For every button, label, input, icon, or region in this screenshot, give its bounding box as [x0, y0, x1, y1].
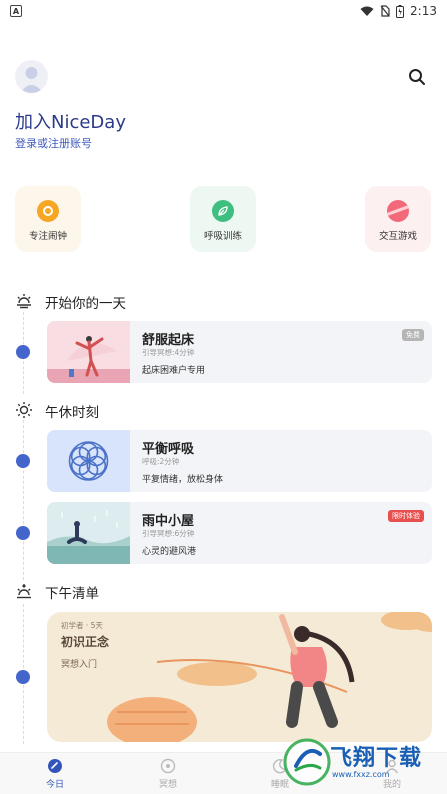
- card-description: 心灵的避风港: [142, 547, 197, 557]
- timeline-dot: [16, 670, 30, 684]
- notification-icon: A: [10, 5, 22, 17]
- watermark-url: www.fxxz.com: [332, 770, 390, 779]
- feature-label: 交互游戏: [378, 231, 417, 242]
- card-title: 平衡呼吸: [142, 442, 195, 457]
- planets-illustration: [107, 612, 432, 742]
- breathing-leaf-icon: [212, 200, 234, 222]
- feature-label: 呼吸训练: [203, 231, 242, 242]
- login-register-link[interactable]: 登录或注册账号: [15, 135, 92, 151]
- wifi-icon: [360, 6, 374, 16]
- card-meta: 引导冥想:6分钟: [142, 529, 195, 538]
- timeline-dot: [16, 454, 30, 468]
- timeline-divider: [23, 420, 24, 580]
- section-title-noon: 午休时刻: [45, 405, 99, 421]
- card-rain-cabin[interactable]: 雨中小屋 引导冥想:6分钟 心灵的避风港 限时体验: [47, 502, 432, 564]
- card-meta: 引导冥想:4分钟: [142, 348, 195, 357]
- no-sim-icon: [380, 5, 390, 17]
- tab-today[interactable]: 今日: [25, 758, 85, 790]
- feature-breathing[interactable]: 呼吸训练: [190, 186, 256, 252]
- today-icon: [48, 759, 62, 773]
- search-icon[interactable]: [407, 67, 427, 87]
- battery-icon: [396, 4, 405, 18]
- join-niceday-title[interactable]: 加入NiceDay: [15, 108, 126, 134]
- avatar[interactable]: [15, 60, 48, 93]
- card-title: 雨中小屋: [142, 514, 195, 529]
- course-title: 初识正念: [61, 635, 110, 649]
- feature-label: 专注闹钟: [28, 231, 67, 242]
- feature-focus-alarm[interactable]: 专注闹钟: [15, 186, 81, 252]
- card-meta: 呼吸:2分钟: [142, 457, 180, 466]
- tab-label: 冥想: [158, 780, 177, 790]
- status-bar: A 2:13: [0, 0, 447, 22]
- rain-meditation-illustration: [47, 502, 130, 564]
- section-title-afternoon: 下午清单: [45, 586, 99, 602]
- card-title: 舒服起床: [142, 333, 195, 348]
- card-balanced-breathing[interactable]: 平衡呼吸 呼吸:2分钟 平复情绪，放松身体: [47, 430, 432, 492]
- timeline-dot: [16, 526, 30, 540]
- meditation-icon: [160, 758, 176, 774]
- course-subtitle: 冥想入门: [61, 660, 98, 670]
- timeline-dot: [16, 345, 30, 359]
- tab-meditation[interactable]: 冥想: [138, 758, 198, 790]
- card-comfortable-wakeup[interactable]: 舒服起床 引导冥想:4分钟 起床困难户专用 免费: [47, 321, 432, 383]
- yoga-illustration: [47, 321, 130, 383]
- sun-icon: [15, 401, 33, 419]
- course-card-mindfulness[interactable]: 初学者 · 5天 初识正念 冥想入门: [47, 612, 432, 742]
- feature-interactive-game[interactable]: 交互游戏: [365, 186, 431, 252]
- game-planet-icon: [387, 200, 409, 222]
- course-meta: 初学者 · 5天: [61, 621, 103, 630]
- focus-alarm-icon: [37, 200, 59, 222]
- tab-label: 今日: [45, 780, 64, 790]
- sunset-icon: [15, 582, 33, 600]
- card-description: 平复情绪，放松身体: [142, 475, 224, 485]
- card-description: 起床困难户专用: [142, 366, 206, 376]
- status-time: 2:13: [410, 4, 437, 18]
- sunrise-icon: [15, 292, 33, 310]
- section-title-morning: 开始你的一天: [45, 296, 126, 312]
- watermark-brand: 飞翔下载: [330, 746, 423, 771]
- free-badge: 免费: [402, 329, 424, 341]
- flower-of-life-illustration: [47, 430, 130, 492]
- limited-trial-badge: 限时体验: [388, 510, 424, 522]
